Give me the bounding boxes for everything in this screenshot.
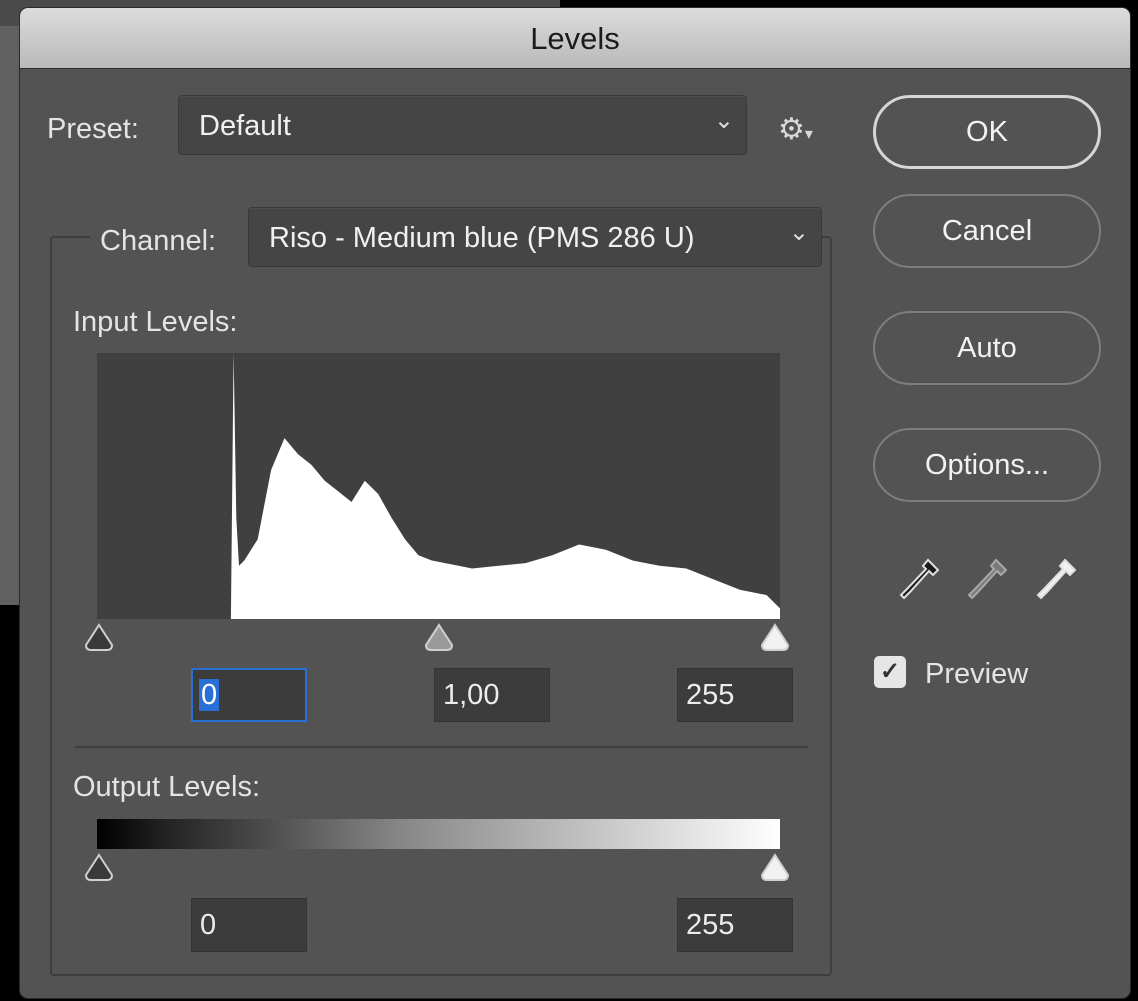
channel-label: Channel: [100, 225, 217, 257]
gray-point-eyedropper-icon[interactable] [966, 556, 1010, 604]
chevron-down-icon: ⌄ [713, 107, 734, 134]
channel-select[interactable]: Riso - Medium blue (PMS 286 U) ⌄ [248, 207, 822, 267]
preset-value: Default [199, 110, 291, 142]
input-white-point-slider[interactable] [758, 623, 792, 653]
chevron-down-icon: ⌄ [788, 219, 809, 246]
title-bar[interactable]: Levels [20, 8, 1130, 69]
cancel-button[interactable]: Cancel [873, 194, 1101, 268]
gear-icon[interactable]: ⚙▾ [778, 112, 813, 147]
input-gamma-slider[interactable] [422, 623, 456, 653]
dialog-title: Levels [530, 21, 620, 56]
input-black-point-slider[interactable] [82, 623, 116, 653]
output-levels-label: Output Levels: [73, 771, 260, 803]
histogram-area [97, 353, 780, 619]
levels-dialog: Levels Preset: Default ⌄ ⚙▾ OK Cancel Au… [20, 8, 1130, 998]
output-gradient-bar [97, 819, 780, 849]
output-black-field[interactable]: 0 [191, 898, 307, 952]
output-white-field[interactable]: 255 [677, 898, 793, 952]
input-black-value: 0 [199, 679, 220, 711]
histogram-svg [97, 353, 780, 619]
preset-label: Preset: [47, 113, 139, 145]
histogram [97, 353, 780, 619]
options-button[interactable]: Options... [873, 428, 1101, 502]
input-white-field[interactable]: 255 [677, 668, 793, 722]
black-point-eyedropper-icon[interactable] [898, 556, 942, 604]
preview-label: Preview [925, 658, 1029, 690]
divider [75, 746, 808, 748]
input-gamma-field[interactable]: 1,00 [434, 668, 550, 722]
input-black-field[interactable]: 0 [191, 668, 307, 722]
output-black-point-slider[interactable] [82, 853, 116, 883]
channel-value: Riso - Medium blue (PMS 286 U) [269, 222, 695, 254]
preview-checkbox[interactable]: ✓ [874, 656, 906, 688]
white-point-eyedropper-icon[interactable] [1035, 556, 1079, 604]
auto-button[interactable]: Auto [873, 311, 1101, 385]
input-levels-label: Input Levels: [73, 306, 238, 338]
ok-button[interactable]: OK [873, 95, 1101, 169]
output-white-point-slider[interactable] [758, 853, 792, 883]
preset-select[interactable]: Default ⌄ [178, 95, 747, 155]
